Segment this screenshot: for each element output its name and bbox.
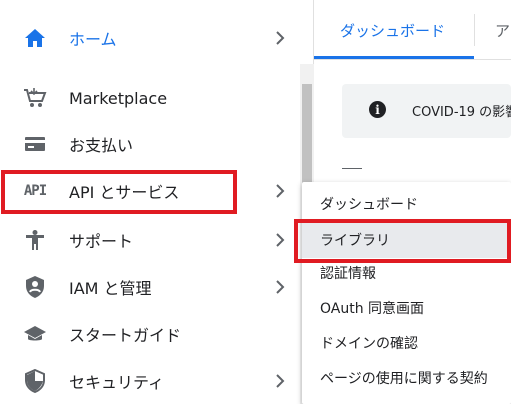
sidebar-item-label: IAM と管理 xyxy=(69,279,152,298)
sidebar-item-security[interactable]: セキュリティ xyxy=(0,358,300,404)
tab-active-indicator xyxy=(314,56,474,59)
sidebar-scrollbar-thumb[interactable] xyxy=(302,84,312,194)
sidebar-item-label: サポート xyxy=(69,232,134,251)
sidebar-item-label: ホーム xyxy=(69,30,117,49)
sidebar-item-getting-started[interactable]: スタートガイド xyxy=(0,311,300,357)
banner-text: COVID-19 の影響 xyxy=(412,105,511,120)
chevron-right-icon xyxy=(274,182,286,200)
sidebar-item-label: セキュリティ xyxy=(69,373,165,392)
submenu-item-page-usage-agreement[interactable]: ページの使用に関する契約 xyxy=(320,361,488,395)
school-icon xyxy=(22,321,48,347)
sidebar-item-label: お支払い xyxy=(69,136,134,155)
chevron-right-icon xyxy=(274,231,286,249)
submenu-item-domain-verification[interactable]: ドメインの確認 xyxy=(320,326,418,360)
support-icon xyxy=(22,227,48,253)
security-icon xyxy=(22,368,48,394)
content-divider xyxy=(342,168,362,169)
shield-person-icon xyxy=(22,274,48,300)
info-icon: i xyxy=(369,101,386,118)
sidebar-item-iam[interactable]: IAM と管理 xyxy=(0,264,300,310)
chevron-right-icon xyxy=(274,278,286,296)
annotation-highlight-api xyxy=(1,170,237,214)
sidebar-item-home[interactable]: ホーム xyxy=(0,15,300,61)
tab-second[interactable]: ア xyxy=(495,0,510,60)
cart-icon xyxy=(22,85,48,111)
sidebar-item-support[interactable]: サポート xyxy=(0,217,300,263)
home-icon xyxy=(22,25,48,51)
billing-icon xyxy=(22,131,48,157)
sidebar-item-label: Marketplace xyxy=(69,88,168,108)
sidebar-item-marketplace[interactable]: Marketplace xyxy=(0,75,300,121)
chevron-right-icon xyxy=(274,372,286,390)
submenu-item-oauth-consent[interactable]: OAuth 同意画面 xyxy=(320,291,424,325)
chevron-right-icon xyxy=(274,29,286,47)
submenu-item-dashboard[interactable]: ダッシュボード xyxy=(320,187,418,221)
annotation-highlight-library xyxy=(294,219,511,263)
tab-divider xyxy=(474,14,475,46)
sidebar-item-label: スタートガイド xyxy=(69,326,182,345)
tab-dashboard[interactable]: ダッシュボード xyxy=(340,0,445,60)
sidebar-item-billing[interactable]: お支払い xyxy=(0,121,300,167)
